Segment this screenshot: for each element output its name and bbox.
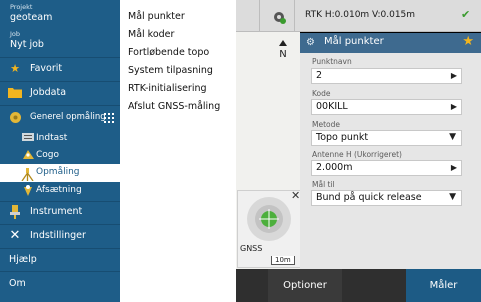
nav-label: Om <box>9 278 26 289</box>
field-label-punktnavn: Punktnavn <box>312 57 352 66</box>
panel-header: ⚙ Mål punkter ★ <box>300 33 481 53</box>
nav-item-jobdata[interactable]: Jobdata <box>0 86 120 104</box>
code-field[interactable]: 00KILL ▶ <box>311 99 462 115</box>
divider <box>0 271 120 272</box>
nav-label: Generel opmåling <box>30 112 106 122</box>
nav-item-afsaetning[interactable]: Afsætning <box>0 184 120 198</box>
grid-icon[interactable] <box>104 113 114 123</box>
gnss-label: GNSS <box>240 244 263 253</box>
nav-item-generel-opmaaling[interactable]: Generel opmåling <box>0 111 120 127</box>
menu-item-maal-punkter[interactable]: Mål punkter <box>128 11 185 22</box>
status-segment <box>235 0 260 32</box>
nav-item-hjaelp[interactable]: Hjælp <box>0 253 120 269</box>
nav-item-favorit[interactable]: ★ Favorit <box>0 62 120 80</box>
map-scale: 10m <box>271 256 295 265</box>
rtk-precision[interactable]: RTK H:0.010m V:0.015m <box>305 10 415 20</box>
nav-item-indtast[interactable]: Indtast <box>0 132 120 146</box>
divider <box>0 201 120 202</box>
method-select[interactable]: Topo punkt ▼ <box>311 130 462 146</box>
settings-icon: ✕ <box>9 228 21 243</box>
measure-to-select[interactable]: Bund på quick release ▼ <box>311 190 462 206</box>
options-button[interactable]: Optioner <box>268 269 342 302</box>
divider <box>0 224 120 225</box>
stakeout-icon <box>21 184 35 198</box>
arrow-right-icon[interactable]: ▶ <box>451 163 457 172</box>
nav-label: Favorit <box>30 63 63 74</box>
star-icon: ★ <box>10 62 20 75</box>
nav-label: Cogo <box>36 150 60 160</box>
menu-item-maal-koder[interactable]: Mål koder <box>128 29 174 40</box>
check-icon: ✔ <box>461 8 471 21</box>
cogo-icon <box>21 149 35 163</box>
method-value: Topo punkt <box>316 132 369 143</box>
antenna-height-value: 2.000m <box>316 162 353 173</box>
field-label-maal-til: Mål til <box>312 180 335 189</box>
panel-title: Mål punkter <box>324 36 384 47</box>
menu-item-system-tilpasning[interactable]: System tilpasning <box>128 65 213 76</box>
antenna-height-field[interactable]: 2.000m ▶ <box>311 160 462 176</box>
job-label: Job <box>10 30 21 38</box>
nav-item-opmaaling[interactable]: Opmåling <box>0 164 120 182</box>
arrow-right-icon[interactable]: ▶ <box>451 102 457 111</box>
divider <box>0 248 120 249</box>
instrument-icon <box>8 205 22 219</box>
settings-icon[interactable]: ⚙ <box>306 37 315 48</box>
divider <box>0 105 120 106</box>
nav-item-instrument[interactable]: Instrument <box>0 205 120 223</box>
menu-item-rtk-initialisering[interactable]: RTK-initialisering <box>128 83 207 94</box>
menu-item-afslut-gnss[interactable]: Afslut GNSS-måling <box>128 101 220 112</box>
chevron-down-icon: ▼ <box>449 132 456 142</box>
measure-icon <box>21 166 34 185</box>
folder-icon <box>8 86 22 100</box>
submenu-popup: Mål punkter Mål koder Fortløbende topo S… <box>120 0 236 302</box>
close-icon[interactable]: ✕ <box>291 189 300 202</box>
menu-item-fortloebende-topo[interactable]: Fortløbende topo <box>128 47 209 58</box>
satellite-icon[interactable] <box>270 8 288 26</box>
project-label: Projekt <box>10 3 33 11</box>
north-label: N <box>279 49 286 60</box>
nav-label: Hjælp <box>9 254 37 265</box>
code-value: 00KILL <box>316 101 348 112</box>
nav-label: Instrument <box>30 206 83 217</box>
field-label-antenna: Antenne H (Ukorrigeret) <box>312 150 402 159</box>
arrow-right-icon[interactable]: ▶ <box>451 71 457 80</box>
favorite-star-icon[interactable]: ★ <box>462 34 474 49</box>
nav-label: Jobdata <box>30 87 67 98</box>
nav-label: Indtast <box>36 133 68 143</box>
survey-icon <box>8 111 22 125</box>
project-name[interactable]: geoteam <box>10 12 52 23</box>
field-label-metode: Metode <box>312 120 340 129</box>
job-name[interactable]: Nyt job <box>10 39 44 50</box>
nav-label: Opmåling <box>36 167 80 177</box>
divider <box>0 57 120 58</box>
north-arrow-icon: N <box>279 40 287 60</box>
measure-button[interactable]: Måler <box>406 269 481 302</box>
measure-to-value: Bund på quick release <box>316 192 422 203</box>
nav-item-indstillinger[interactable]: ✕ Indstillinger <box>0 229 120 247</box>
point-name-value: 2 <box>316 70 323 81</box>
point-name-field[interactable]: 2 ▶ <box>311 68 462 84</box>
nav-label: Indstillinger <box>30 230 86 241</box>
nav-item-om[interactable]: Om <box>0 277 120 293</box>
nav-label: Afsætning <box>36 185 82 195</box>
field-label-kode: Kode <box>312 89 331 98</box>
divider <box>0 81 120 82</box>
chevron-down-icon: ▼ <box>449 192 456 202</box>
keyboard-icon <box>21 132 35 146</box>
nav-item-cogo[interactable]: Cogo <box>0 149 120 163</box>
